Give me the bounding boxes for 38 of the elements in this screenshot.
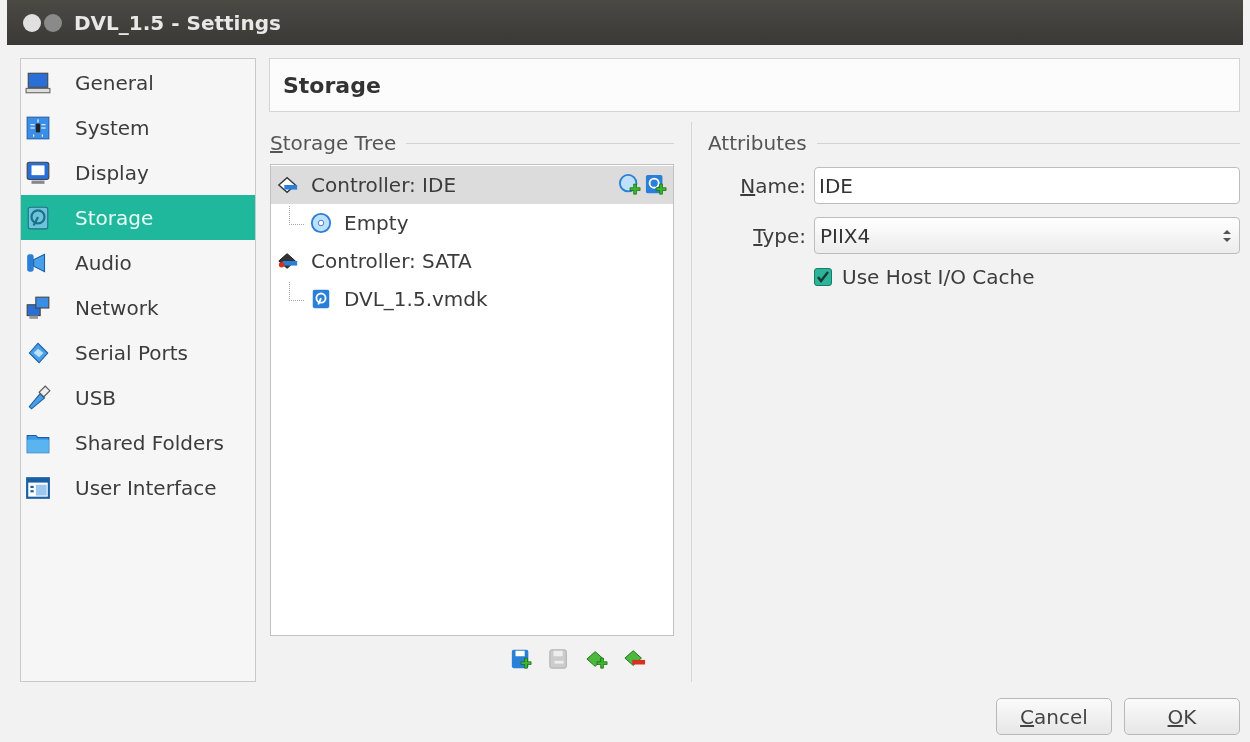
checkbox-label: Use Host I/O Cache xyxy=(842,265,1035,289)
checkbox[interactable] xyxy=(814,268,832,286)
network-icon xyxy=(25,294,51,321)
field-label: Type: xyxy=(752,223,807,248)
tree-item[interactable]: Controller: SATA xyxy=(271,242,673,280)
add-controller-icon[interactable] xyxy=(586,648,608,670)
page-title: Storage xyxy=(283,72,381,98)
group-title: Attributes xyxy=(708,131,807,155)
chip-icon xyxy=(25,114,51,141)
sidebar-item[interactable]: General xyxy=(21,60,255,105)
add-disc-icon[interactable] xyxy=(619,174,641,196)
sidebar-item[interactable]: Audio xyxy=(21,240,255,285)
tree-item[interactable]: Empty xyxy=(271,204,673,242)
monitor-icon xyxy=(25,159,51,186)
sidebar-item[interactable]: Shared Folders xyxy=(21,420,255,465)
add-attachment-icon[interactable] xyxy=(510,648,532,670)
group-title: Storage Tree xyxy=(270,131,397,155)
controller-icon xyxy=(277,250,299,272)
sidebar-item[interactable]: System xyxy=(21,105,255,150)
type-dropdown[interactable]: PIIX4 xyxy=(814,217,1240,254)
sidebar-item[interactable]: USB xyxy=(21,375,255,420)
window-title: DVL_1.5 - Settings xyxy=(74,10,281,35)
controller-icon xyxy=(277,174,299,196)
sidebar-item[interactable]: Network xyxy=(21,285,255,330)
close-button[interactable] xyxy=(23,13,41,32)
dialog-button[interactable]: Cancel xyxy=(996,698,1112,735)
sidebar-item[interactable]: Serial Ports xyxy=(21,330,255,375)
window-icon xyxy=(25,474,51,501)
sidebar-item[interactable]: Display xyxy=(21,150,255,195)
dialog-button[interactable]: OK xyxy=(1124,698,1240,735)
sidebar-item[interactable]: User Interface xyxy=(21,465,255,510)
disc-icon xyxy=(310,212,332,234)
field-label: Name: xyxy=(739,173,807,198)
add-disk-icon[interactable] xyxy=(645,174,667,196)
tree-item[interactable]: Controller: IDE xyxy=(271,166,673,204)
spinner-arrows-icon xyxy=(1223,228,1231,243)
name-field[interactable]: IDE xyxy=(814,167,1240,204)
tree-item[interactable]: DVL_1.5.vmdk xyxy=(271,280,673,318)
